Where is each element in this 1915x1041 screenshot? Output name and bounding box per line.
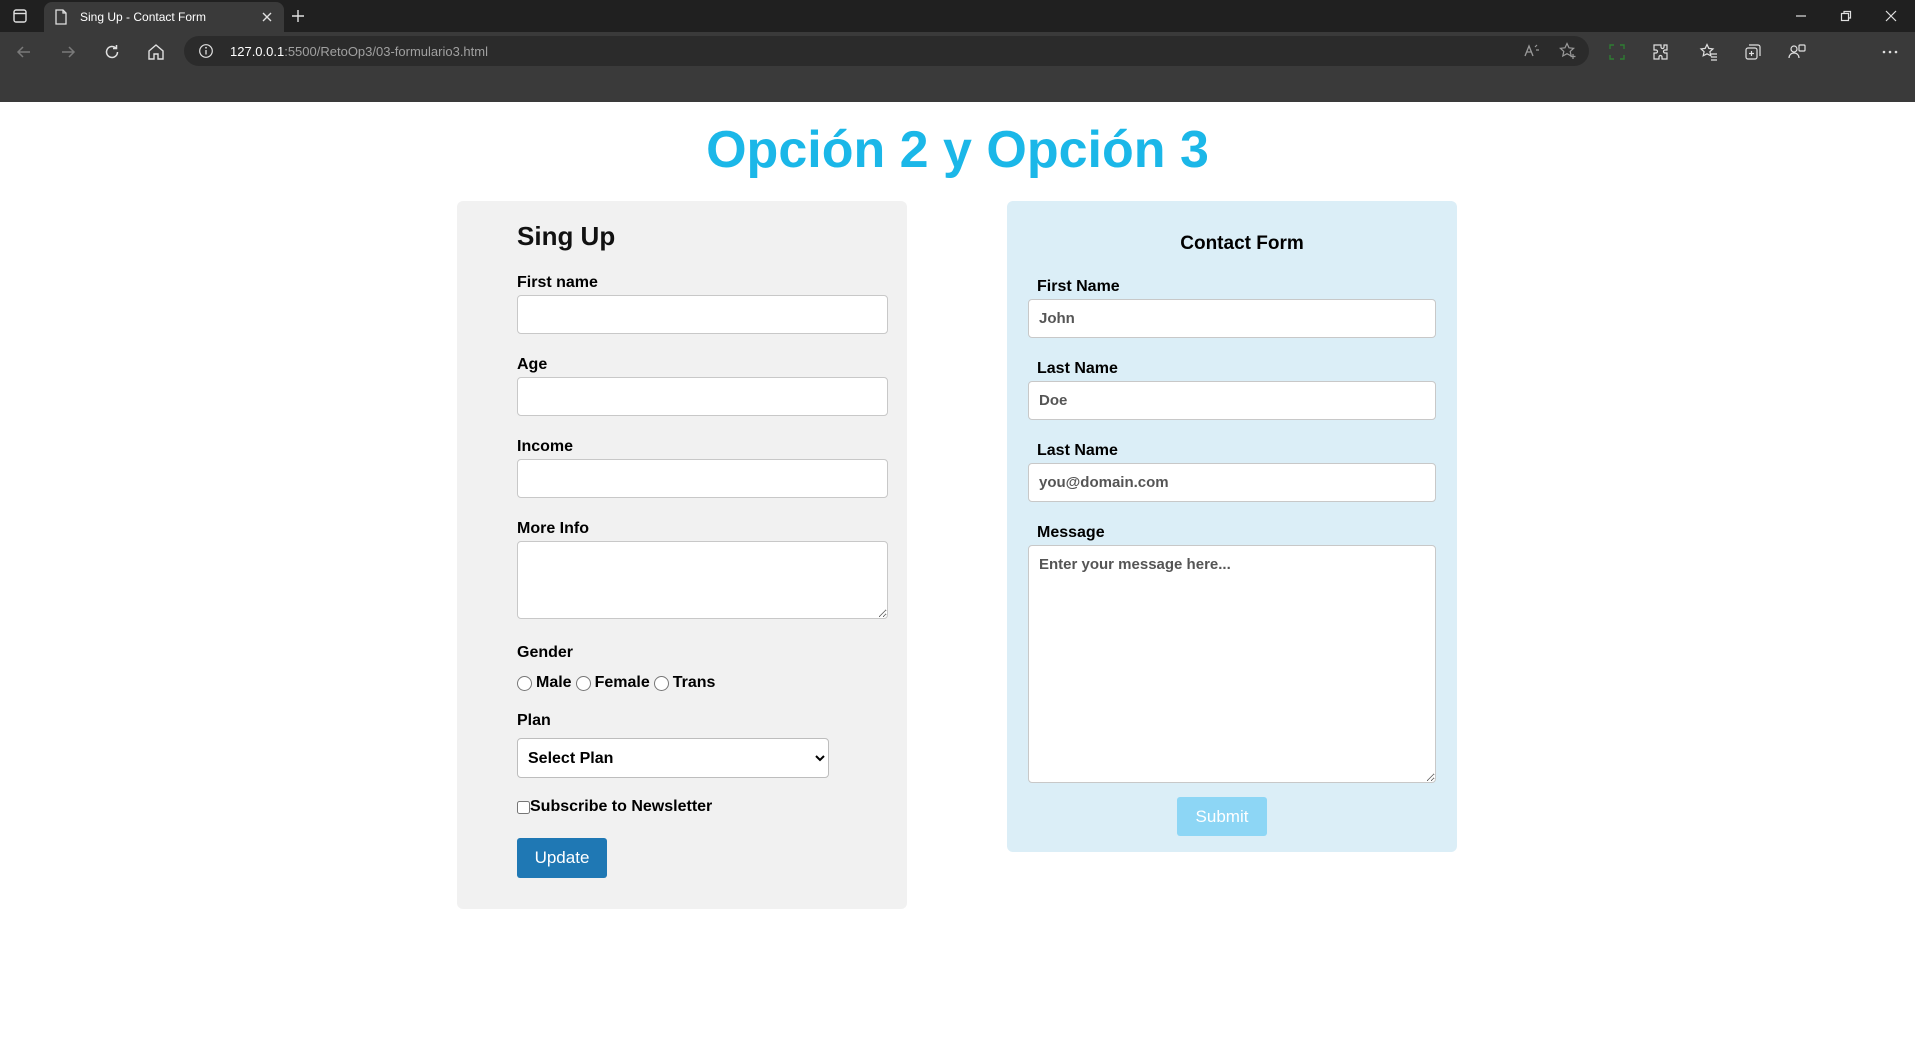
site-info-icon[interactable] (198, 43, 214, 59)
contact-message-textarea[interactable] (1028, 545, 1436, 783)
contact-form: Contact Form First Name Last Name Last N… (1007, 201, 1457, 852)
newsletter-label: Subscribe to Newsletter (530, 798, 713, 815)
extensions-icon[interactable] (1650, 42, 1670, 62)
more-info-textarea[interactable] (517, 541, 888, 619)
update-button[interactable]: Update (517, 838, 607, 878)
first-name-input[interactable] (517, 295, 888, 334)
contact-heading: Contact Form (1180, 233, 1304, 254)
page-icon (54, 9, 68, 25)
close-tab-icon[interactable] (260, 10, 274, 24)
income-input[interactable] (517, 459, 888, 498)
contact-first-name-input[interactable] (1028, 299, 1436, 338)
contact-email-label: Last Name (1037, 442, 1118, 459)
submit-button[interactable]: Submit (1177, 797, 1267, 836)
read-aloud-icon[interactable] (1522, 41, 1542, 61)
signup-heading: Sing Up (517, 221, 616, 251)
gender-option-label: Male (536, 674, 572, 691)
gender-label: Gender (517, 644, 574, 661)
collections-icon[interactable] (1743, 42, 1763, 62)
forward-icon[interactable] (58, 42, 78, 62)
more-info-label: More Info (517, 520, 589, 537)
gender-option-label: Trans (672, 674, 716, 691)
contact-email-input[interactable] (1028, 463, 1436, 502)
tab-actions-icon[interactable] (12, 8, 28, 24)
plan-select[interactable]: Select Plan (517, 738, 829, 778)
close-window-icon[interactable] (1883, 8, 1899, 24)
url-text: 127.0.0.1:5500/RetoOp3/03-formulario3.ht… (230, 44, 488, 59)
favorites-icon[interactable] (1699, 42, 1719, 62)
age-label: Age (517, 356, 548, 373)
restore-icon[interactable] (1838, 8, 1854, 24)
income-label: Income (517, 438, 574, 455)
browser-tab[interactable]: Sing Up - Contact Form (44, 2, 284, 32)
more-options-icon[interactable] (1880, 42, 1900, 62)
contact-message-label: Message (1037, 524, 1105, 541)
browser-toolbar: 127.0.0.1:5500/RetoOp3/03-formulario3.ht… (0, 32, 1915, 70)
page-title: Opción 2 y Opción 3 (706, 121, 1209, 179)
refresh-icon[interactable] (102, 42, 122, 62)
contact-last-name-input[interactable] (1028, 381, 1436, 420)
signup-form: Sing Up First name Age Income More Info … (457, 201, 907, 909)
newsletter-checkbox[interactable] (517, 800, 530, 814)
page-content: Opción 2 y Opción 3 Sing Up First name A… (0, 102, 1915, 1041)
gender-radio-female[interactable] (575, 675, 591, 691)
age-input[interactable] (517, 377, 888, 416)
new-tab-icon[interactable] (290, 8, 306, 24)
toolbar-extension-area (0, 70, 1915, 102)
gender-radio-male[interactable] (517, 675, 532, 691)
minimize-icon[interactable] (1793, 8, 1809, 24)
address-bar[interactable]: 127.0.0.1:5500/RetoOp3/03-formulario3.ht… (184, 36, 1589, 66)
tab-title: Sing Up - Contact Form (80, 10, 207, 24)
tab-strip: Sing Up - Contact Form (0, 0, 1915, 32)
newsletter-row: Subscribe to Newsletter (517, 798, 712, 816)
add-favorite-icon[interactable] (1558, 41, 1578, 61)
back-icon[interactable] (14, 42, 34, 62)
home-icon[interactable] (146, 42, 166, 62)
plan-label: Plan (517, 712, 551, 729)
screenshot-icon[interactable] (1607, 42, 1627, 62)
gender-options: Male Female Trans (517, 672, 719, 694)
first-name-label: First name (517, 274, 598, 291)
share-profile-icon[interactable] (1787, 42, 1807, 62)
gender-option-label: Female (594, 674, 650, 691)
contact-last-name-label: Last Name (1037, 360, 1118, 377)
contact-first-name-label: First Name (1037, 278, 1120, 295)
gender-radio-trans[interactable] (653, 675, 669, 691)
